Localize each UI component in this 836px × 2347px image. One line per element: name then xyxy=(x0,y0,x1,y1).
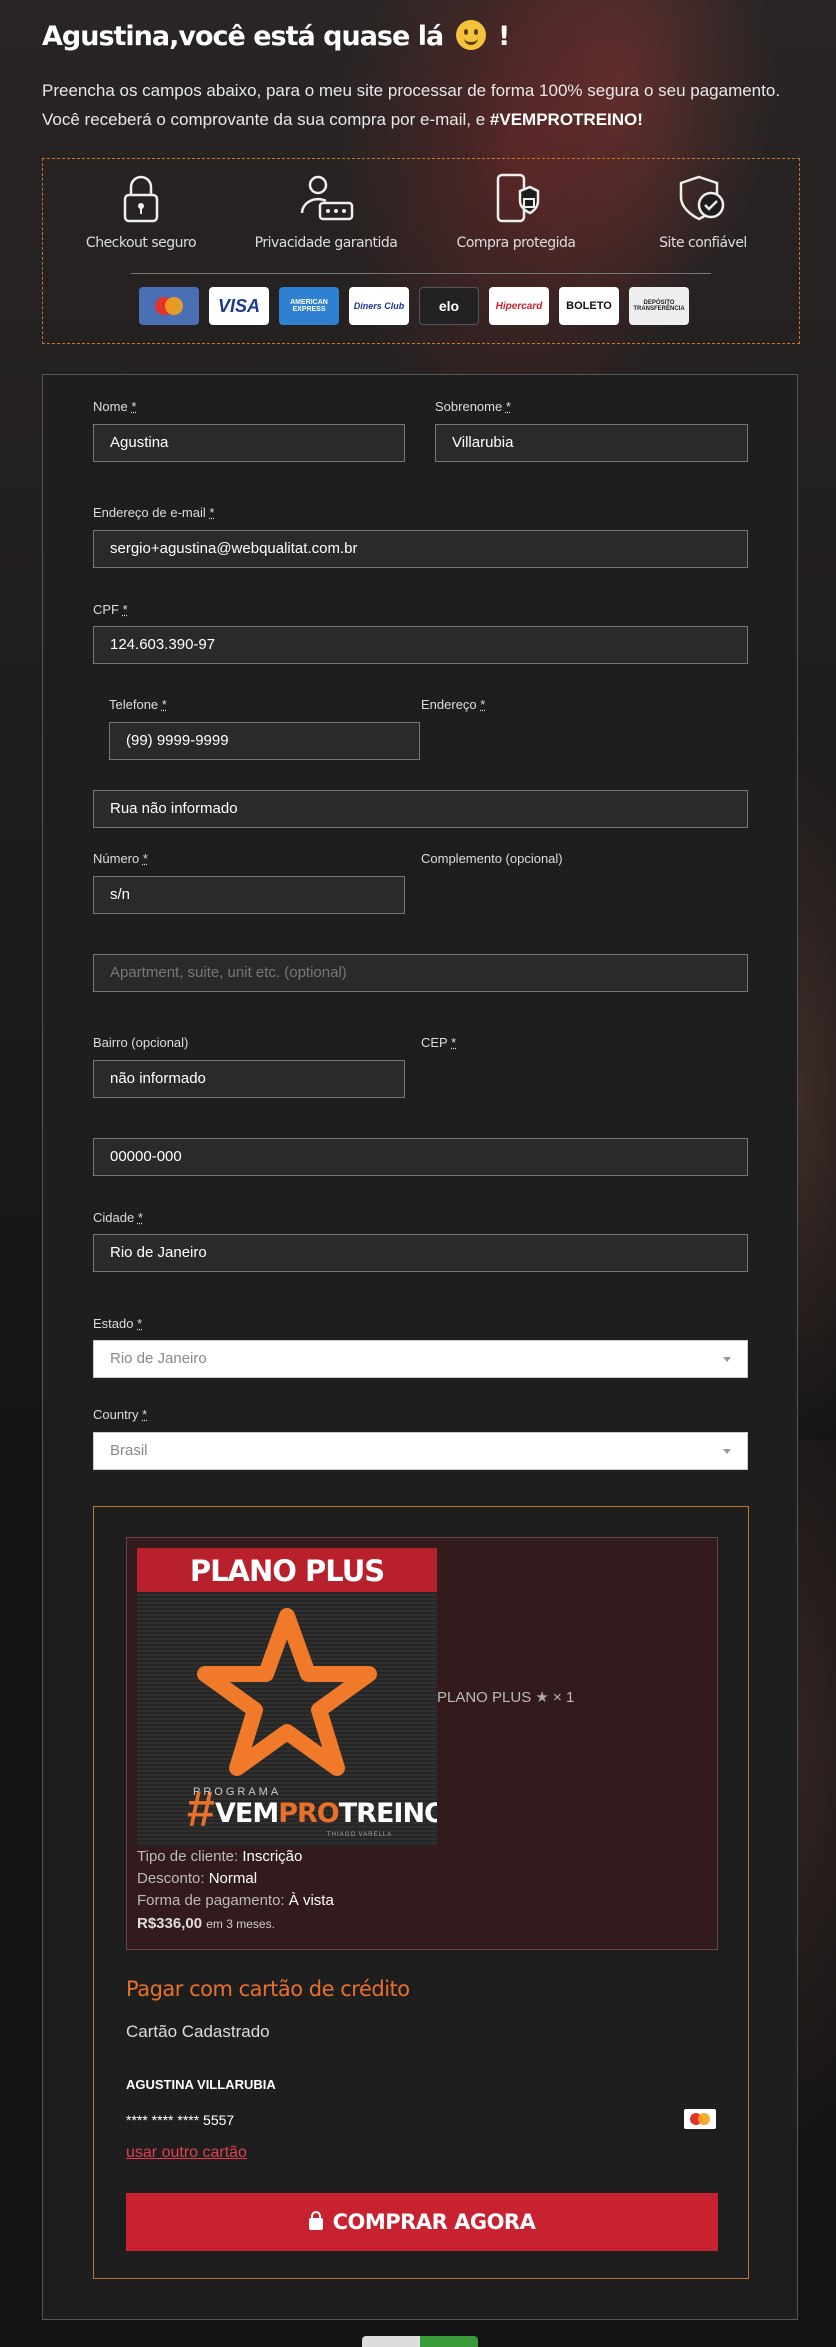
amex-icon: AMERICAN EXPRESS xyxy=(279,287,339,325)
email-input[interactable]: sergio+agustina@webqualitat.com.br xyxy=(93,530,748,568)
forma-pagamento: Forma de pagamento: À vista xyxy=(137,1892,334,1909)
trust-privacidade: Privacidade garantida xyxy=(246,173,406,251)
protected-phone-icon xyxy=(496,173,540,223)
star-icon xyxy=(197,1608,377,1776)
trust-compra-protegida: Compra protegida xyxy=(436,173,596,251)
product-image-banner: PLANO PLUS xyxy=(137,1548,437,1592)
cidade-label: Cidade * xyxy=(93,1210,143,1225)
trust-box: Checkout seguro Privacidade garantida Co… xyxy=(42,158,800,344)
intro-line-2: Você receberá o comprovante da sua compr… xyxy=(42,110,643,129)
use-other-card-link[interactable]: usar outro cartão xyxy=(126,2144,247,2162)
price: R$336,00 em 3 meses. xyxy=(137,1915,275,1932)
intro-line-1: Preencha os campos abaixo, para o meu si… xyxy=(42,81,781,100)
complemento-label: Complemento (opcional) xyxy=(421,851,563,866)
cpf-label: CPF * xyxy=(93,602,128,617)
nome-label: Nome * xyxy=(93,399,137,414)
telefone-input[interactable]: (99) 9999-9999 xyxy=(109,722,420,760)
sobrenome-input[interactable]: Villarubia xyxy=(435,424,748,462)
trust-site-confiavel: Site confiável xyxy=(623,173,783,251)
lock-icon xyxy=(308,2211,323,2230)
country-select[interactable]: Brasil xyxy=(93,1432,748,1470)
trust-checkout-seguro: Checkout seguro xyxy=(61,173,221,251)
card-number: **** **** **** 5557 xyxy=(126,2112,235,2128)
country-label: Country * xyxy=(93,1407,148,1422)
estado-label: Estado * xyxy=(93,1316,143,1331)
sobrenome-label: Sobrenome * xyxy=(435,399,511,414)
page-title: Agustina,você está quase lá ! xyxy=(42,20,510,52)
order-summary: PLANO PLUS # PROGRAMA VEMPROTREINO THIAG… xyxy=(93,1506,749,2279)
smile-emoji-icon xyxy=(455,20,486,50)
nome-input[interactable]: Agustina xyxy=(93,424,405,462)
product-image: PLANO PLUS # PROGRAMA VEMPROTREINO THIAG… xyxy=(137,1548,437,1846)
email-label: Endereço de e-mail * xyxy=(93,505,215,520)
privacy-user-icon xyxy=(300,175,354,221)
telefone-label: Telefone * xyxy=(109,697,167,712)
saved-card-label: Cartão Cadastrado xyxy=(126,2022,270,2041)
checkout-form: Nome * Agustina Sobrenome * Villarubia E… xyxy=(42,374,798,2320)
deposito-icon: DEPÓSITO TRANSFERÊNCIA xyxy=(629,287,689,325)
product-image-logo: VEMPROTREINO xyxy=(215,1798,437,1829)
padlock-icon xyxy=(123,175,159,223)
bairro-label: Bairro (opcional) xyxy=(93,1035,189,1050)
trust-divider xyxy=(131,273,711,274)
intro-hashtag: #VEMPROTREINO! xyxy=(489,110,643,129)
tipo-cliente: Tipo de cliente: Inscrição xyxy=(137,1848,303,1865)
hipercard-icon: Hipercard xyxy=(489,287,549,325)
cep-input[interactable]: 00000-000 xyxy=(93,1138,748,1176)
numero-label: Número * xyxy=(93,851,148,866)
cidade-input[interactable]: Rio de Janeiro xyxy=(93,1234,748,1272)
card-holder: AGUSTINA VILLARUBIA xyxy=(126,2077,276,2092)
desconto: Desconto: Normal xyxy=(137,1870,258,1887)
cep-label: CEP * xyxy=(421,1035,457,1050)
intro-text: Preencha os campos abaixo, para o meu si… xyxy=(42,76,802,134)
endereco-input[interactable]: Rua não informado xyxy=(93,790,748,828)
cpf-input[interactable]: 124.603.390-97 xyxy=(93,626,748,664)
product-name: PLANO PLUS ★ × 1 xyxy=(437,1689,575,1706)
numero-input[interactable]: s/n xyxy=(93,876,405,914)
complemento-input[interactable]: Apartment, suite, unit etc. (optional) xyxy=(93,954,748,992)
payment-title: Pagar com cartão de crédito xyxy=(126,1977,410,2001)
visa-icon: VISA xyxy=(209,287,269,325)
mastercard-small-icon xyxy=(684,2109,716,2129)
endereco-label: Endereço * xyxy=(421,697,486,712)
product-card: PLANO PLUS # PROGRAMA VEMPROTREINO THIAG… xyxy=(126,1537,718,1950)
estado-select[interactable]: Rio de Janeiro xyxy=(93,1340,748,1378)
elo-icon: elo xyxy=(419,287,479,325)
buy-now-button[interactable]: COMPRAR AGORA xyxy=(126,2193,718,2251)
mastercard-icon xyxy=(139,287,199,325)
security-seal xyxy=(362,2336,478,2347)
bairro-input[interactable]: não informado xyxy=(93,1060,405,1098)
star-small-icon: ★ xyxy=(535,1689,549,1706)
shield-check-icon xyxy=(679,175,725,221)
diners-icon: Diners Club xyxy=(349,287,409,325)
boleto-icon: BOLETO xyxy=(559,287,619,325)
